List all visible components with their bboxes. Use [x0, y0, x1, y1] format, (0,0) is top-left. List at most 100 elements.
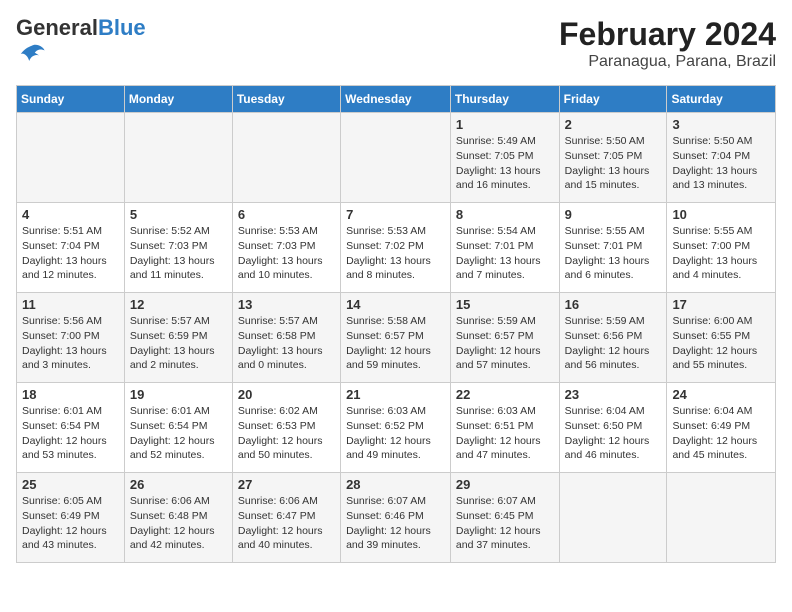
calendar-week-4: 18 Sunrise: 6:01 AMSunset: 6:54 PMDayligh…	[17, 383, 776, 473]
day-info: Sunrise: 6:05 AMSunset: 6:49 PMDaylight:…	[22, 494, 119, 553]
day-number: 7	[346, 207, 445, 222]
day-number: 5	[130, 207, 227, 222]
day-info: Sunrise: 5:49 AMSunset: 7:05 PMDaylight:…	[456, 134, 554, 193]
day-info: Sunrise: 5:54 AMSunset: 7:01 PMDaylight:…	[456, 224, 554, 283]
calendar-cell: 18 Sunrise: 6:01 AMSunset: 6:54 PMDayligh…	[17, 383, 125, 473]
calendar-cell	[341, 113, 451, 203]
day-number: 28	[346, 477, 445, 492]
day-number: 16	[565, 297, 662, 312]
calendar-cell: 23 Sunrise: 6:04 AMSunset: 6:50 PMDayligh…	[559, 383, 667, 473]
day-info: Sunrise: 5:59 AMSunset: 6:56 PMDaylight:…	[565, 314, 662, 373]
header-cell-thursday: Thursday	[450, 86, 559, 113]
calendar-cell: 29 Sunrise: 6:07 AMSunset: 6:45 PMDayligh…	[450, 473, 559, 563]
day-number: 27	[238, 477, 335, 492]
day-info: Sunrise: 5:56 AMSunset: 7:00 PMDaylight:…	[22, 314, 119, 373]
day-number: 23	[565, 387, 662, 402]
day-info: Sunrise: 6:07 AMSunset: 6:45 PMDaylight:…	[456, 494, 554, 553]
day-info: Sunrise: 5:55 AMSunset: 7:00 PMDaylight:…	[672, 224, 770, 283]
calendar-week-1: 1 Sunrise: 5:49 AMSunset: 7:05 PMDaylight…	[17, 113, 776, 203]
calendar-cell: 8 Sunrise: 5:54 AMSunset: 7:01 PMDaylight…	[450, 203, 559, 293]
calendar-cell	[559, 473, 667, 563]
day-number: 22	[456, 387, 554, 402]
calendar-cell: 14Sunrise: 5:58 AMSunset: 6:57 PMDayligh…	[341, 293, 451, 383]
calendar-cell: 28 Sunrise: 6:07 AMSunset: 6:46 PMDayligh…	[341, 473, 451, 563]
calendar-cell: 12Sunrise: 5:57 AMSunset: 6:59 PMDayligh…	[124, 293, 232, 383]
header-cell-saturday: Saturday	[667, 86, 776, 113]
page-title: February 2024	[559, 16, 776, 53]
calendar-cell: 22 Sunrise: 6:03 AMSunset: 6:51 PMDayligh…	[450, 383, 559, 473]
day-info: Sunrise: 5:59 AMSunset: 6:57 PMDaylight:…	[456, 314, 554, 373]
calendar-cell	[232, 113, 340, 203]
day-info: Sunrise: 6:07 AMSunset: 6:46 PMDaylight:…	[346, 494, 445, 553]
calendar-week-2: 4 Sunrise: 5:51 AMSunset: 7:04 PMDaylight…	[17, 203, 776, 293]
day-info: Sunrise: 5:50 AMSunset: 7:05 PMDaylight:…	[565, 134, 662, 193]
day-info: Sunrise: 5:57 AMSunset: 6:58 PMDaylight:…	[238, 314, 335, 373]
logo-bird-icon	[18, 40, 46, 68]
day-number: 4	[22, 207, 119, 222]
calendar-week-3: 11 Sunrise: 5:56 AMSunset: 7:00 PMDayligh…	[17, 293, 776, 383]
day-info: Sunrise: 5:53 AMSunset: 7:02 PMDaylight:…	[346, 224, 445, 283]
calendar-cell: 26 Sunrise: 6:06 AMSunset: 6:48 PMDayligh…	[124, 473, 232, 563]
day-info: Sunrise: 5:51 AMSunset: 7:04 PMDaylight:…	[22, 224, 119, 283]
day-info: Sunrise: 6:01 AMSunset: 6:54 PMDaylight:…	[130, 404, 227, 463]
day-number: 1	[456, 117, 554, 132]
calendar-cell: 21Sunrise: 6:03 AMSunset: 6:52 PMDayligh…	[341, 383, 451, 473]
page-header: GeneralBlue February 2024 Paranagua, Par…	[16, 16, 776, 73]
calendar-cell: 5Sunrise: 5:52 AMSunset: 7:03 PMDaylight…	[124, 203, 232, 293]
calendar-cell: 13Sunrise: 5:57 AMSunset: 6:58 PMDayligh…	[232, 293, 340, 383]
day-info: Sunrise: 6:04 AMSunset: 6:50 PMDaylight:…	[565, 404, 662, 463]
calendar-week-5: 25 Sunrise: 6:05 AMSunset: 6:49 PMDayligh…	[17, 473, 776, 563]
day-info: Sunrise: 6:00 AMSunset: 6:55 PMDaylight:…	[672, 314, 770, 373]
calendar-cell: 4 Sunrise: 5:51 AMSunset: 7:04 PMDaylight…	[17, 203, 125, 293]
day-info: Sunrise: 6:01 AMSunset: 6:54 PMDaylight:…	[22, 404, 119, 463]
calendar-cell: 19 Sunrise: 6:01 AMSunset: 6:54 PMDayligh…	[124, 383, 232, 473]
logo: GeneralBlue	[16, 16, 146, 73]
calendar-cell: 9 Sunrise: 5:55 AMSunset: 7:01 PMDaylight…	[559, 203, 667, 293]
calendar-cell: 27 Sunrise: 6:06 AMSunset: 6:47 PMDayligh…	[232, 473, 340, 563]
header-cell-sunday: Sunday	[17, 86, 125, 113]
day-number: 15	[456, 297, 554, 312]
calendar-cell: 1 Sunrise: 5:49 AMSunset: 7:05 PMDaylight…	[450, 113, 559, 203]
day-number: 21	[346, 387, 445, 402]
day-info: Sunrise: 5:50 AMSunset: 7:04 PMDaylight:…	[672, 134, 770, 193]
day-number: 9	[565, 207, 662, 222]
calendar-cell: 2 Sunrise: 5:50 AMSunset: 7:05 PMDaylight…	[559, 113, 667, 203]
logo-blue: Blue	[98, 15, 146, 40]
day-number: 11	[22, 297, 119, 312]
page-subtitle: Paranagua, Parana, Brazil	[559, 53, 776, 71]
calendar-cell: 6Sunrise: 5:53 AMSunset: 7:03 PMDaylight…	[232, 203, 340, 293]
day-info: Sunrise: 5:53 AMSunset: 7:03 PMDaylight:…	[238, 224, 335, 283]
calendar-cell: 10 Sunrise: 5:55 AMSunset: 7:00 PMDayligh…	[667, 203, 776, 293]
day-number: 17	[672, 297, 770, 312]
calendar-cell: 24Sunrise: 6:04 AMSunset: 6:49 PMDayligh…	[667, 383, 776, 473]
day-number: 26	[130, 477, 227, 492]
day-number: 25	[22, 477, 119, 492]
day-number: 10	[672, 207, 770, 222]
day-number: 18	[22, 387, 119, 402]
day-info: Sunrise: 5:55 AMSunset: 7:01 PMDaylight:…	[565, 224, 662, 283]
day-info: Sunrise: 6:06 AMSunset: 6:47 PMDaylight:…	[238, 494, 335, 553]
day-number: 3	[672, 117, 770, 132]
header-cell-tuesday: Tuesday	[232, 86, 340, 113]
day-number: 29	[456, 477, 554, 492]
calendar-cell: 11 Sunrise: 5:56 AMSunset: 7:00 PMDayligh…	[17, 293, 125, 383]
calendar-cell	[124, 113, 232, 203]
day-info: Sunrise: 6:03 AMSunset: 6:51 PMDaylight:…	[456, 404, 554, 463]
calendar-cell: 3 Sunrise: 5:50 AMSunset: 7:04 PMDaylight…	[667, 113, 776, 203]
header-row: SundayMondayTuesdayWednesdayThursdayFrid…	[17, 86, 776, 113]
calendar-cell: 17 Sunrise: 6:00 AMSunset: 6:55 PMDayligh…	[667, 293, 776, 383]
day-number: 2	[565, 117, 662, 132]
day-number: 12	[130, 297, 227, 312]
calendar-cell: 7 Sunrise: 5:53 AMSunset: 7:02 PMDaylight…	[341, 203, 451, 293]
calendar-cell: 16 Sunrise: 5:59 AMSunset: 6:56 PMDayligh…	[559, 293, 667, 383]
day-info: Sunrise: 6:02 AMSunset: 6:53 PMDaylight:…	[238, 404, 335, 463]
day-number: 19	[130, 387, 227, 402]
title-block: February 2024 Paranagua, Parana, Brazil	[559, 16, 776, 71]
logo-text: GeneralBlue	[16, 16, 146, 40]
calendar-cell	[17, 113, 125, 203]
day-info: Sunrise: 6:06 AMSunset: 6:48 PMDaylight:…	[130, 494, 227, 553]
day-number: 8	[456, 207, 554, 222]
calendar-cell	[667, 473, 776, 563]
logo-general: General	[16, 15, 98, 40]
day-info: Sunrise: 6:04 AMSunset: 6:49 PMDaylight:…	[672, 404, 770, 463]
